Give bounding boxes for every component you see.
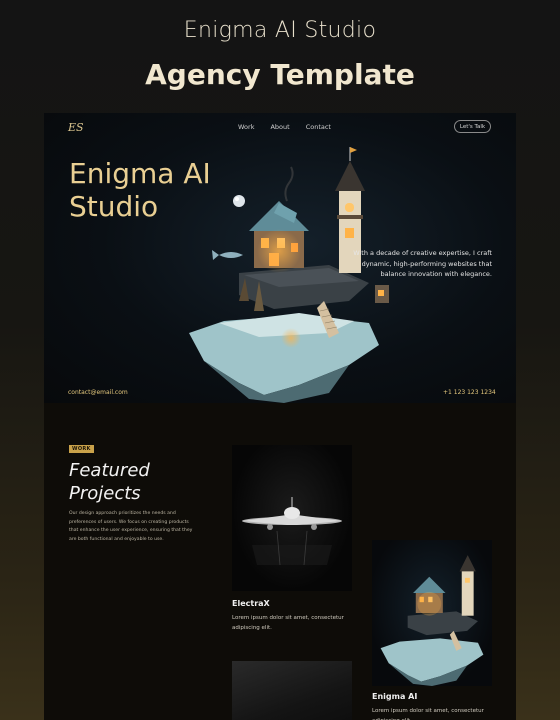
website-preview: ES Work About Contact Let's Talk Enigma … [44,113,516,720]
showcase-subtitle: Agency Template [145,58,415,91]
nav-link-work[interactable]: Work [238,123,254,131]
featured-projects-description: Our design approach prioritizes the need… [69,511,193,542]
project-title-enigma-ai[interactable]: Enigma AI [372,692,417,701]
nav-link-about[interactable]: About [270,123,289,131]
showcase-title: Enigma AI Studio [183,18,377,43]
hero-description: With a decade of creative expertise, I c… [353,249,492,278]
project-description-enigma-ai: Lorem ipsum dolor sit amet, consectetur … [372,708,484,720]
project-card-third-image[interactable] [232,661,352,720]
project-description-electrax: Lorem ipsum dolor sit amet, consectetur … [232,615,344,631]
airplane-illustration [242,497,342,566]
hero-title: Enigma AI Studio [69,157,211,223]
nav-link-contact[interactable]: Contact [306,123,331,131]
work-badge: WORK [69,445,94,453]
project-title-electrax[interactable]: ElectraX [232,599,270,608]
contact-email-link[interactable]: contact@email.com [68,389,128,396]
lets-talk-button[interactable]: Let's Talk [454,120,491,133]
floating-island-thumbnail [380,555,484,686]
project-card-electrax-image[interactable] [232,445,352,591]
nav-links: Work About Contact [238,123,331,131]
project-card-enigma-image[interactable] [372,540,492,686]
featured-projects-heading: Featured Projects [69,460,150,504]
contact-phone-link[interactable]: +1 123 123 1234 [443,389,496,396]
hero-section: ES Work About Contact Let's Talk Enigma … [44,113,516,403]
brand-logo[interactable]: ES [68,121,84,134]
